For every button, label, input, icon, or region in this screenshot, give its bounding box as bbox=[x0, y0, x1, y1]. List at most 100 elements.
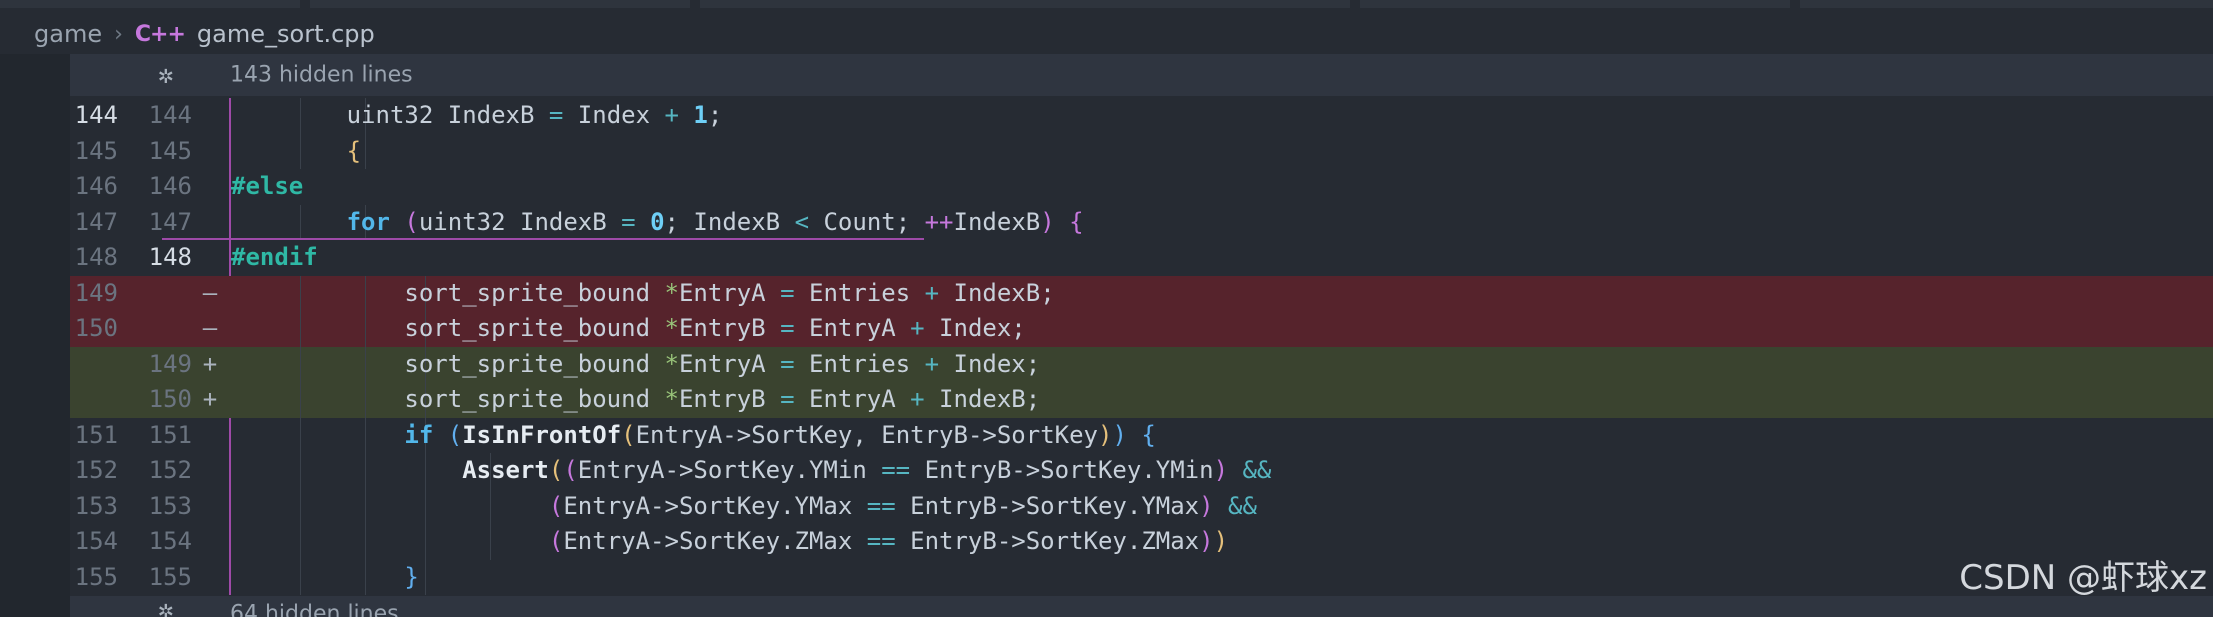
code-token: + bbox=[924, 278, 940, 307]
left-margin bbox=[0, 54, 70, 617]
new-line-number bbox=[146, 276, 192, 312]
code-token: ) bbox=[1199, 527, 1214, 555]
diff-line: 146 146 #else bbox=[70, 169, 2213, 205]
code-text[interactable]: (EntryA->SortKey.YMax == EntryB->SortKey… bbox=[231, 489, 1257, 525]
breadcrumb-file[interactable]: game_sort.cpp bbox=[197, 20, 375, 48]
code-token: EntryB->SortKey.YMin bbox=[910, 456, 1214, 484]
new-line-number: 147 bbox=[148, 207, 192, 236]
old-line-number bbox=[70, 382, 118, 418]
code-text[interactable]: #else bbox=[231, 169, 303, 205]
code-token: ( bbox=[447, 420, 463, 449]
code-token: IndexB; bbox=[924, 385, 1041, 413]
cpp-file-icon: C++ bbox=[134, 21, 186, 47]
code-token: = bbox=[780, 278, 795, 307]
diff-line: 152 152 Assert((EntryA->SortKey.YMin == E… bbox=[70, 453, 2213, 489]
new-line-number bbox=[146, 311, 192, 347]
code-token: Entries bbox=[794, 349, 925, 378]
code-token: sort_sprite_bound bbox=[231, 349, 665, 378]
new-line-number: 144 bbox=[148, 101, 192, 129]
code-token: EntryA->SortKey.YMax bbox=[563, 491, 867, 520]
code-token: Index; bbox=[924, 314, 1026, 342]
fold-icon: ✲ bbox=[158, 595, 174, 617]
code-token: ) bbox=[1213, 456, 1229, 484]
code-text[interactable]: sort_sprite_bound *EntryB = EntryA + Ind… bbox=[231, 311, 1026, 347]
code-token: for bbox=[346, 207, 390, 236]
code-token: sort_sprite_bound bbox=[231, 314, 665, 342]
diff-marker bbox=[200, 489, 220, 525]
code-token: ( bbox=[548, 456, 564, 484]
hidden-lines-label: 143 hidden lines bbox=[230, 62, 413, 88]
tab-strip bbox=[0, 0, 2213, 8]
breadcrumb-folder[interactable]: game bbox=[34, 20, 102, 48]
code-token: + bbox=[664, 101, 679, 129]
diff-marker bbox=[200, 418, 220, 454]
code-token: * bbox=[664, 349, 679, 378]
diff-line: 154 154 (EntryA->SortKey.ZMax == EntryB->… bbox=[70, 524, 2213, 560]
diff-line: 148 148 #endif bbox=[70, 240, 2213, 276]
code-token: EntryA->SortKey, EntryB->SortKey bbox=[635, 420, 1098, 449]
code-text[interactable]: Assert((EntryA->SortKey.YMin == EntryB->… bbox=[231, 453, 1271, 489]
old-line-number: 148 bbox=[74, 243, 118, 271]
code-text[interactable]: for (uint32 IndexB = 0; IndexB < Count; … bbox=[231, 205, 1084, 241]
removed-marker: — bbox=[202, 278, 218, 307]
code-token: #endif bbox=[231, 243, 318, 271]
code-token: Assert bbox=[462, 456, 549, 484]
code-token: uint32 IndexB bbox=[418, 207, 622, 236]
code-token: IndexB; bbox=[939, 278, 1055, 307]
code-token: Entries bbox=[794, 278, 925, 307]
code-token: + bbox=[924, 349, 940, 378]
code-text[interactable]: } bbox=[231, 560, 418, 596]
code-text[interactable]: sort_sprite_bound *EntryA = Entries + In… bbox=[231, 347, 1040, 383]
diff-marker bbox=[200, 205, 220, 241]
code-token: ) bbox=[1112, 420, 1127, 449]
code-text[interactable]: sort_sprite_bound *EntryB = EntryA + Ind… bbox=[231, 382, 1040, 418]
diff-marker bbox=[200, 169, 220, 205]
diff-marker bbox=[200, 524, 220, 560]
code-token: = bbox=[780, 385, 795, 413]
code-token: EntryA bbox=[794, 385, 911, 413]
code-token: sort_sprite_bound bbox=[231, 278, 665, 307]
diff-line: 150 — sort_sprite_bound *EntryB = EntryA … bbox=[70, 311, 2213, 347]
new-line-number: 151 bbox=[148, 420, 192, 449]
code-token: EntryA bbox=[794, 314, 911, 342]
code-text[interactable]: if (IsInFrontOf(EntryA->SortKey, EntryB-… bbox=[231, 418, 1156, 454]
code-token: = bbox=[548, 101, 564, 129]
old-line-number bbox=[70, 347, 118, 383]
removed-marker: — bbox=[202, 314, 218, 342]
diff-marker bbox=[200, 453, 220, 489]
code-text[interactable]: (EntryA->SortKey.ZMax == EntryB->SortKey… bbox=[231, 524, 1228, 560]
code-text[interactable]: sort_sprite_bound *EntryA = Entries + In… bbox=[231, 276, 1055, 312]
diff-marker bbox=[200, 134, 220, 170]
code-token: ( bbox=[404, 207, 419, 236]
indent-guide bbox=[425, 559, 426, 595]
code-text[interactable]: uint32 IndexB = Index + 1; bbox=[231, 98, 723, 134]
new-line-number: 150 bbox=[148, 385, 192, 413]
diff-line: 144 144 uint32 IndexB = Index + 1; bbox=[70, 98, 2213, 134]
code-token: == bbox=[866, 527, 896, 555]
expand-hidden-lines-bottom[interactable]: ✲ 64 hidden lines bbox=[70, 595, 2213, 617]
code-token: * bbox=[664, 385, 679, 413]
code-token: EntryA->SortKey.ZMax bbox=[563, 527, 867, 555]
old-line-number: 145 bbox=[74, 136, 118, 165]
old-line-number: 154 bbox=[74, 527, 118, 555]
old-line-number: 150 bbox=[74, 314, 118, 342]
diff-line: 149 — sort_sprite_bound *EntryA = Entries… bbox=[70, 275, 2213, 312]
new-line-number: 152 bbox=[148, 456, 192, 484]
code-token: * bbox=[664, 314, 679, 342]
code-token: = bbox=[780, 314, 795, 342]
code-text[interactable]: { bbox=[231, 134, 361, 170]
old-line-number: 147 bbox=[74, 207, 118, 236]
code-token: Index; bbox=[939, 349, 1041, 378]
code-token: { bbox=[1141, 420, 1156, 449]
code-token: * bbox=[664, 278, 679, 307]
code-text[interactable]: #endif bbox=[231, 240, 318, 276]
old-line-number: 155 bbox=[74, 562, 118, 591]
expand-hidden-lines-top[interactable]: ✲ 143 hidden lines bbox=[70, 54, 2213, 96]
